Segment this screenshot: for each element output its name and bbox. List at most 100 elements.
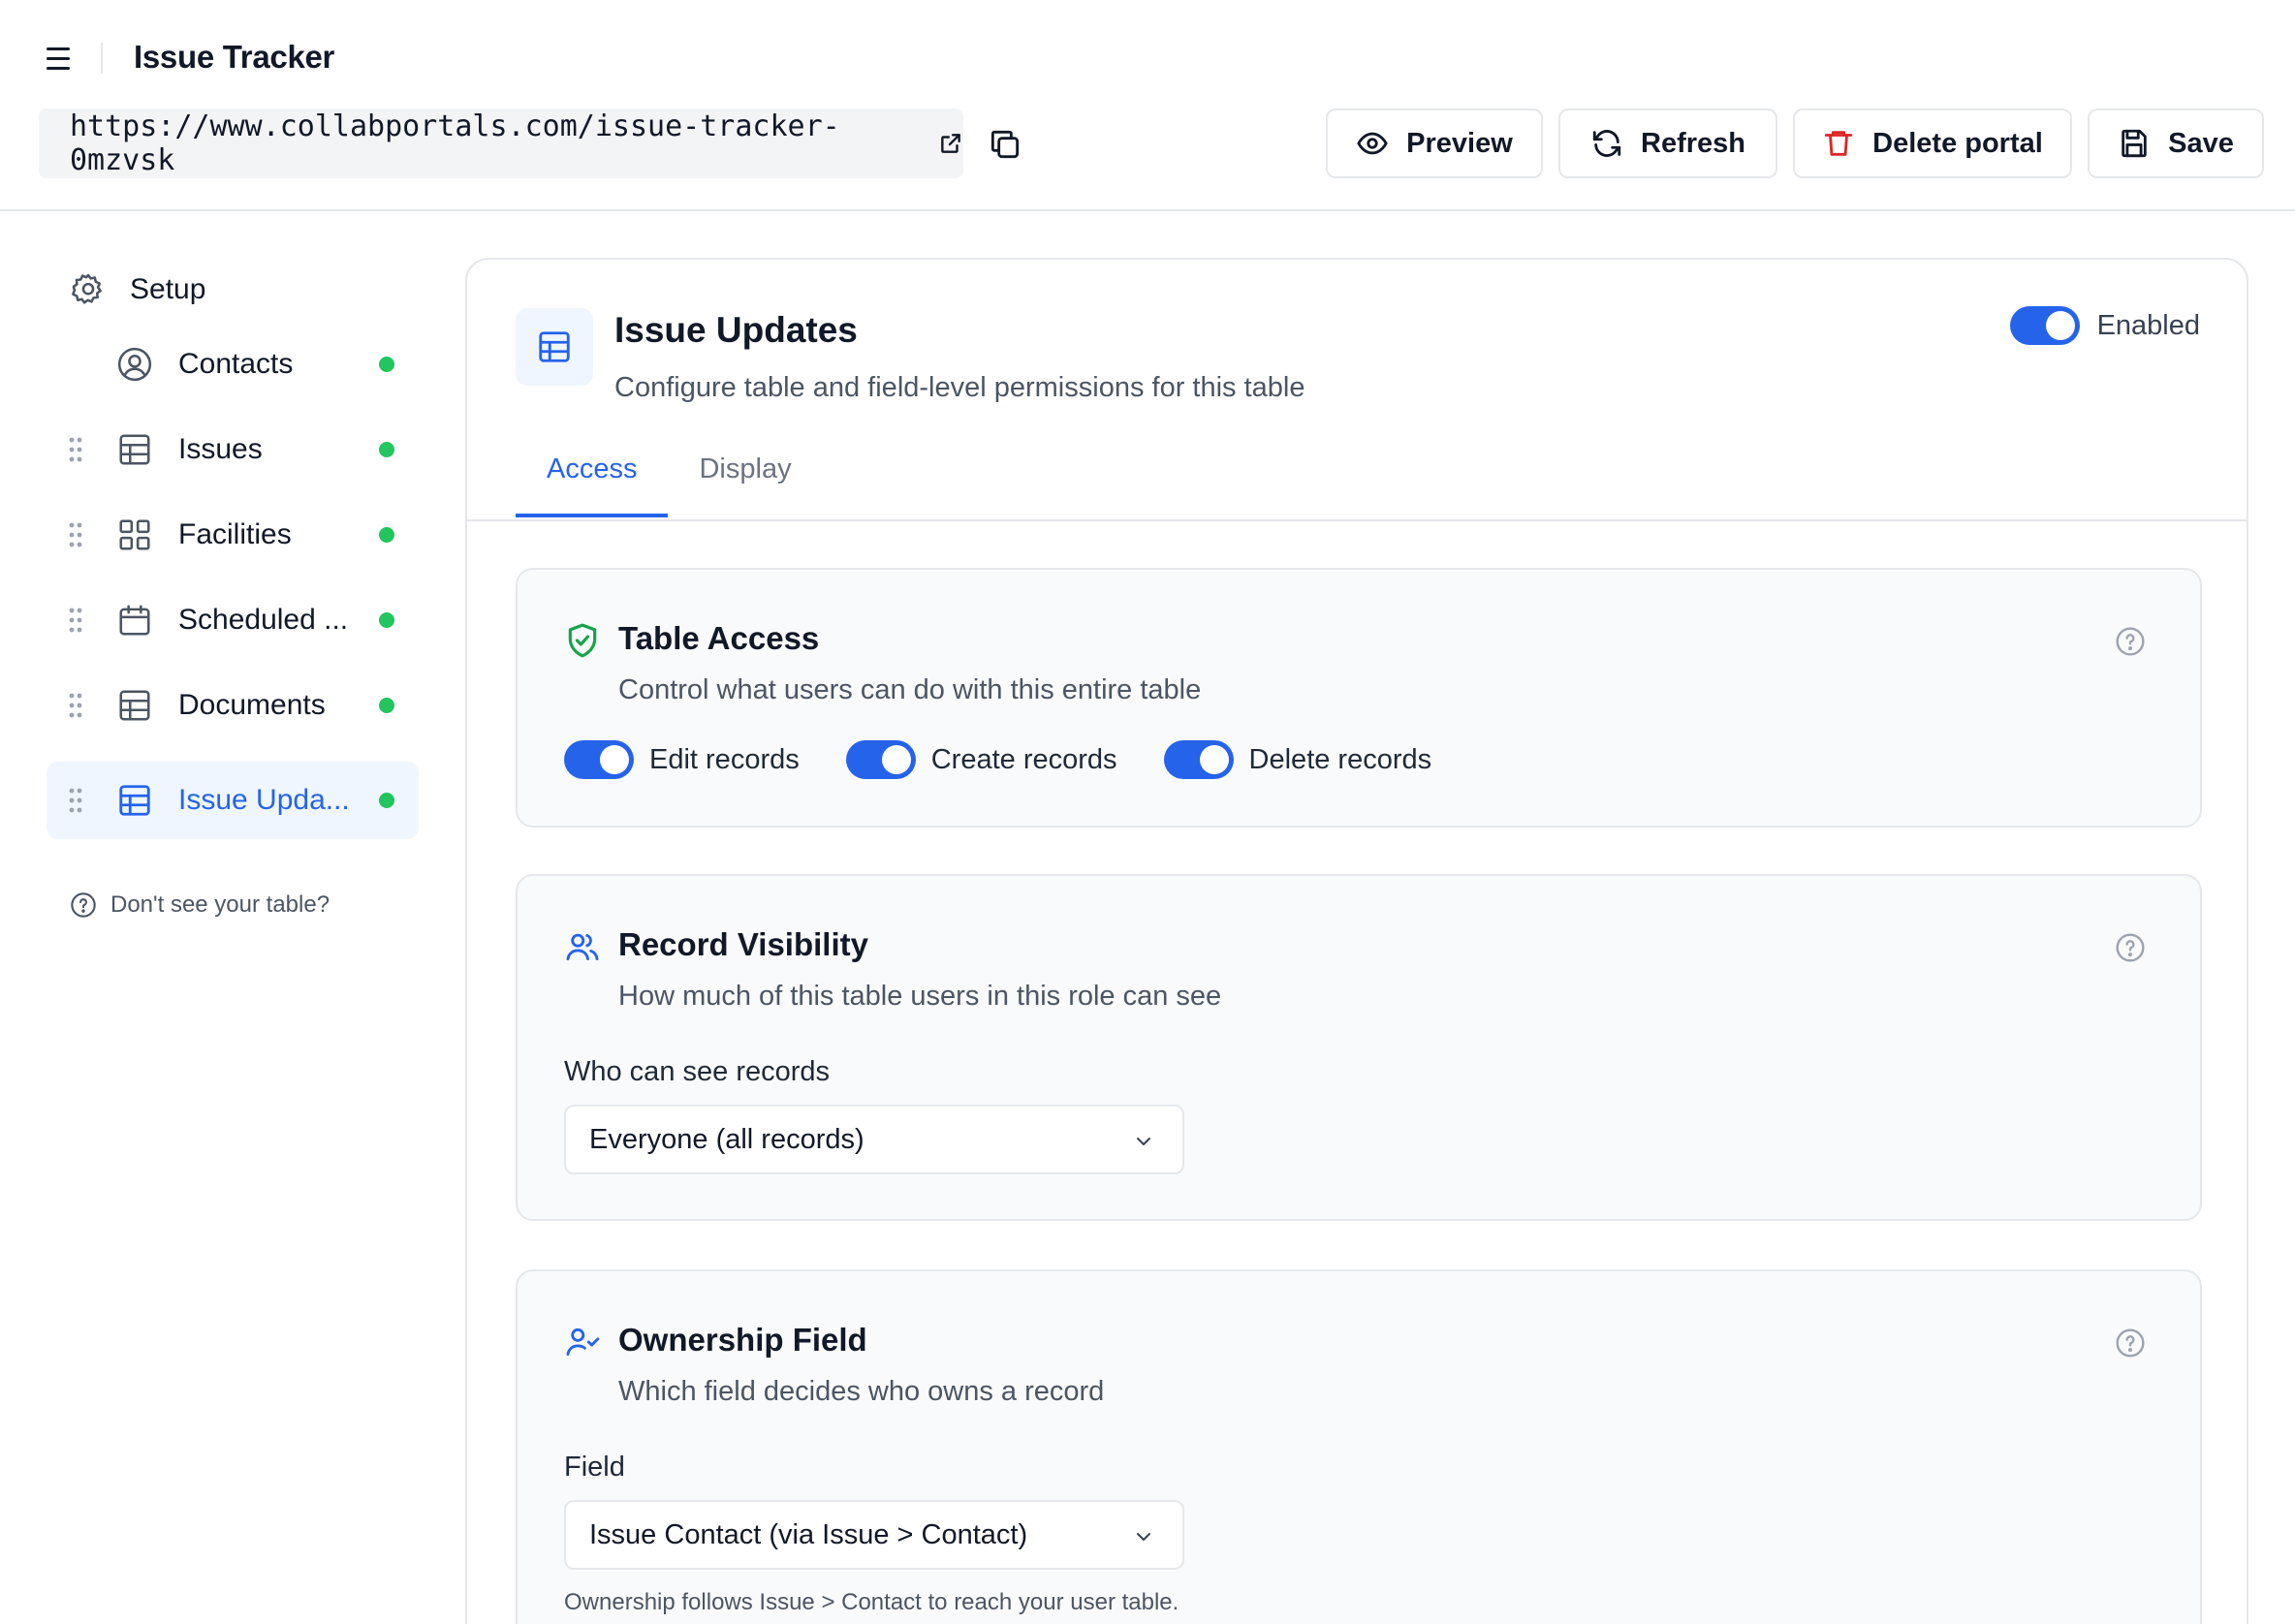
sidebar-item-label: Scheduled ... [178,604,349,636]
sidebar-item-scheduled[interactable]: Scheduled ... [47,581,419,659]
ownership-title: Ownership Field [618,1322,867,1358]
ownership-subtitle: Which field decides who owns a record [618,1376,1105,1407]
delete-records-switch[interactable] [1163,740,1234,779]
calendar-icon [119,605,150,636]
tab-access[interactable]: Access [516,434,669,517]
missing-table-help-link[interactable]: Don't see your table? [70,891,330,919]
drag-handle-icon[interactable] [68,692,83,719]
status-dot [379,527,394,543]
page-subtitle: Configure table and field-level permissi… [614,372,1305,403]
save-button[interactable]: Save [2088,109,2264,178]
top-bar: Issue Tracker https://www.collabportals.… [0,0,2295,211]
trash-icon [1824,131,1853,156]
refresh-button[interactable]: Refresh [1558,109,1777,178]
users-icon [566,933,599,961]
delete-records-toggle[interactable]: Delete records [1163,740,1432,779]
status-dot [379,442,394,457]
drag-handle-icon[interactable] [68,521,83,548]
tab-bar: Access Display [516,434,823,517]
help-circle-icon [71,892,96,918]
table-access-card: Table Access Control what users can do w… [516,568,2202,828]
sidebar-setup-label: Setup [130,273,206,305]
portal-url-box: https://www.collabportals.com/issue-trac… [39,109,963,178]
edit-records-switch[interactable] [564,740,634,779]
delete-portal-button[interactable]: Delete portal [1793,109,2072,178]
app-title: Issue Tracker [134,39,335,75]
sidebar-item-issue-updates[interactable]: Issue Upda... [47,762,419,839]
portal-url[interactable]: https://www.collabportals.com/issue-trac… [70,109,919,177]
sidebar-item-label: Issue Upda... [178,784,350,816]
sidebar-setup[interactable]: Setup [70,271,205,308]
help-circle-icon[interactable] [2115,1327,2146,1359]
ownership-hint: Ownership follows Issue > Contact to rea… [564,1589,1179,1615]
sidebar-item-facilities[interactable]: Facilities [47,496,419,574]
grid-icon [119,519,150,550]
table-icon [119,785,150,816]
table-icon [119,434,150,465]
help-circle-icon[interactable] [2115,626,2146,657]
edit-records-toggle[interactable]: Edit records [564,740,800,779]
help-circle-icon[interactable] [2115,932,2146,963]
table-settings-panel: Issue Updates Configure table and field-… [465,258,2248,1624]
ownership-field-select[interactable]: Issue Contact (via Issue > Contact) [564,1500,1184,1570]
shield-check-icon [568,623,597,658]
ownership-field-label: Field [564,1452,625,1483]
gear-icon [72,273,102,304]
record-visibility-subtitle: How much of this table users in this rol… [618,981,1222,1012]
sidebar-item-label: Contacts [178,348,294,380]
create-records-label: Create records [930,743,1117,775]
eye-icon [1357,132,1388,155]
menu-icon[interactable] [39,41,78,76]
sidebar-item-contacts[interactable]: Contacts [47,326,419,403]
table-icon [119,690,150,721]
table-access-title: Table Access [618,620,820,656]
table-access-subtitle: Control what users can do with this enti… [618,674,1202,705]
who-can-see-label: Who can see records [564,1056,831,1087]
page-title: Issue Updates [614,310,858,350]
user-check-icon [566,1327,600,1357]
save-label: Save [2168,127,2234,159]
save-icon [2122,129,2147,158]
edit-records-label: Edit records [649,743,800,775]
ownership-field-value: Issue Contact (via Issue > Contact) [589,1518,1028,1550]
status-dot [379,793,394,808]
record-visibility-card: Record Visibility How much of this table… [516,874,2202,1221]
delete-portal-label: Delete portal [1872,127,2043,159]
status-dot [379,698,394,713]
tab-display[interactable]: Display [668,434,822,517]
sidebar-item-label: Documents [178,689,326,721]
preview-label: Preview [1406,127,1513,159]
sidebar-item-label: Issues [178,433,263,465]
enabled-toggle[interactable]: Enabled [2009,306,2200,345]
who-can-see-value: Everyone (all records) [589,1123,865,1155]
preview-button[interactable]: Preview [1326,109,1543,178]
status-dot [379,357,394,372]
tabs-divider [467,519,2247,521]
delete-records-label: Delete records [1248,743,1432,775]
enabled-label: Enabled [2096,309,2200,341]
status-dot [379,612,394,628]
create-records-toggle[interactable]: Create records [845,740,1117,779]
missing-table-help-label: Don't see your table? [110,891,330,918]
table-badge [516,308,593,386]
table-permission-toggles: Edit records Create records Delete recor… [564,740,1478,779]
drag-handle-icon[interactable] [68,607,83,634]
sidebar-item-documents[interactable]: Documents [47,667,419,744]
external-link-icon[interactable] [938,131,963,156]
chevron-down-icon [1137,1138,1150,1145]
who-can-see-select[interactable]: Everyone (all records) [564,1105,1184,1174]
chevron-down-icon [1137,1533,1150,1541]
sidebar-item-issues[interactable]: Issues [47,411,419,488]
table-icon [539,331,570,362]
sidebar-item-label: Facilities [178,518,292,550]
enabled-switch[interactable] [2009,306,2080,345]
record-visibility-title: Record Visibility [618,926,868,962]
refresh-icon [1592,130,1621,157]
user-circle-icon [117,347,152,382]
drag-handle-icon[interactable] [68,436,83,463]
refresh-label: Refresh [1641,127,1745,159]
copy-icon[interactable] [987,126,1023,163]
drag-handle-icon[interactable] [68,787,83,814]
create-records-switch[interactable] [845,740,916,779]
ownership-field-card: Ownership Field Which field decides who … [516,1269,2202,1624]
